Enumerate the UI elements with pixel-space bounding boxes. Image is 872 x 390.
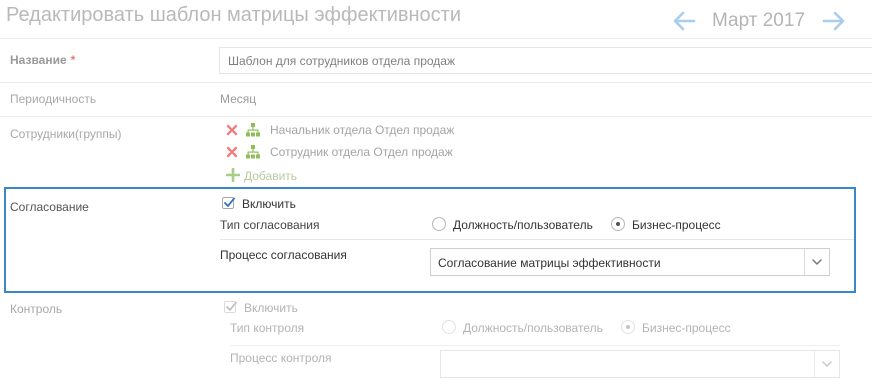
approval-radio-business-process[interactable] xyxy=(611,217,625,231)
control-radio-business-process-label: Бизнес-процесс xyxy=(642,321,731,335)
employee-item-label: Начальник отдела Отдел продаж xyxy=(270,123,455,137)
employee-item-label: Сотрудник отдела Отдел продаж xyxy=(270,145,453,159)
control-radio-position-user-label: Должность/пользователь xyxy=(463,321,603,335)
approval-process-value: Согласование матрицы эффективности xyxy=(438,256,661,270)
control-enable-label: Включить xyxy=(244,301,298,315)
org-tree-icon xyxy=(246,145,260,159)
checkbox-box[interactable] xyxy=(222,197,235,209)
name-input[interactable] xyxy=(219,47,872,74)
control-radio-business-process[interactable] xyxy=(621,320,635,334)
add-employee-label: Добавить xyxy=(244,169,298,183)
approval-label: Согласование xyxy=(10,200,89,214)
control-enable-checkbox[interactable]: Включить xyxy=(224,301,344,317)
approval-radio-position-user[interactable] xyxy=(432,217,446,231)
arrow-right-icon xyxy=(822,11,845,31)
chevron-down-icon xyxy=(822,361,832,367)
approval-section-highlight xyxy=(4,187,856,293)
employees-label: Сотрудники(группы) xyxy=(10,127,122,141)
row-divider xyxy=(0,82,872,83)
radio-selected-dot xyxy=(616,222,620,226)
periodicity-value: Месяц xyxy=(220,92,257,106)
next-period-button[interactable] xyxy=(822,10,846,32)
control-inner-divider xyxy=(230,345,840,346)
control-radio-position-user[interactable] xyxy=(442,320,456,334)
page-title: Редактировать шаблон матрицы эффективнос… xyxy=(6,4,461,26)
control-label: Контроль xyxy=(10,302,63,316)
approval-type-label: Тип согласования xyxy=(220,218,320,232)
control-process-label: Процесс контроля xyxy=(230,351,332,365)
approval-enable-label: Включить xyxy=(242,197,296,211)
approval-process-select[interactable]: Согласование матрицы эффективности xyxy=(430,248,830,276)
prev-period-button[interactable] xyxy=(672,10,696,32)
close-icon[interactable] xyxy=(226,146,238,158)
row-divider xyxy=(0,116,872,117)
add-employee-button[interactable]: Добавить xyxy=(226,168,297,183)
control-process-select[interactable] xyxy=(440,350,840,378)
dropdown-toggle[interactable] xyxy=(804,249,829,275)
approval-radio-business-process-label: Бизнес-процесс xyxy=(632,218,721,232)
approval-inner-divider xyxy=(220,239,854,240)
close-icon[interactable] xyxy=(226,124,238,136)
chevron-down-icon xyxy=(812,259,822,265)
plus-icon xyxy=(226,168,240,182)
approval-enable-checkbox[interactable]: Включить xyxy=(222,197,342,213)
org-tree-icon xyxy=(246,123,260,137)
header-divider xyxy=(0,38,872,39)
name-label: Название * xyxy=(10,53,75,67)
arrow-left-icon xyxy=(673,11,696,31)
checkmark-icon xyxy=(224,197,235,207)
checkmark-icon xyxy=(226,301,237,311)
period-navigator: Март 2017 xyxy=(672,9,852,35)
required-mark: * xyxy=(70,53,76,67)
name-label-text: Название xyxy=(10,53,67,67)
period-label: Март 2017 xyxy=(712,10,806,31)
approval-radio-position-user-label: Должность/пользователь xyxy=(453,218,593,232)
checkbox-box[interactable] xyxy=(224,301,237,313)
approval-process-label: Процесс согласования xyxy=(220,248,347,262)
dropdown-toggle[interactable] xyxy=(814,351,839,377)
periodicity-label: Периодичность xyxy=(10,92,97,106)
radio-selected-dot xyxy=(626,325,630,329)
control-type-label: Тип контроля xyxy=(230,321,305,335)
